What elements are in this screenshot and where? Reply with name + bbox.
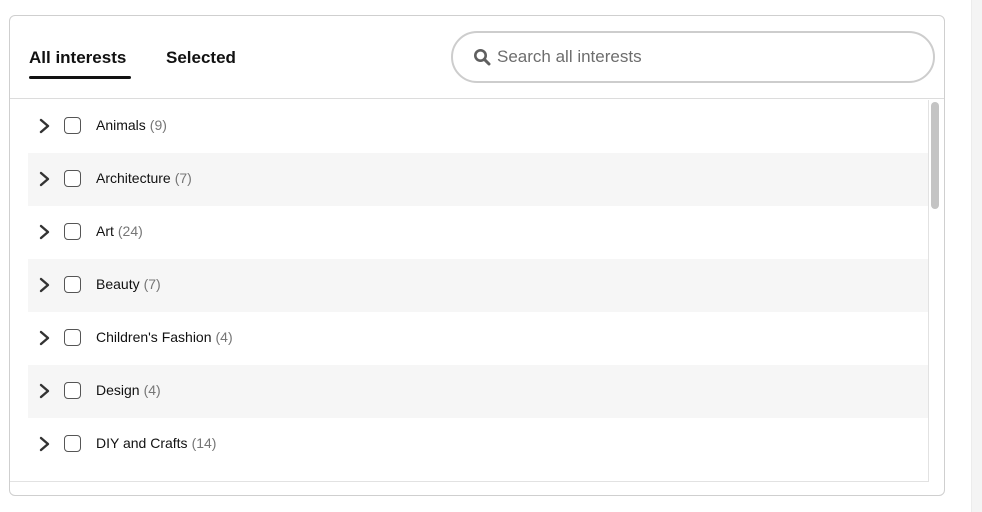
active-tab-indicator: [29, 76, 131, 79]
interest-count: (14): [191, 435, 217, 451]
interest-count: (4): [143, 382, 161, 398]
list-item: Beauty (7): [28, 259, 928, 312]
list-item: Children's Fashion (4): [28, 312, 928, 365]
interest-checkbox[interactable]: [64, 223, 81, 240]
list-frame-bottom: [10, 481, 929, 482]
interest-label: Animals (9): [96, 117, 167, 133]
interest-label: Art (24): [96, 223, 143, 239]
list-item: Architecture (7): [28, 153, 928, 206]
tab-selected[interactable]: Selected: [166, 48, 236, 68]
search-input[interactable]: [497, 43, 907, 71]
interest-checkbox[interactable]: [64, 170, 81, 187]
interest-checkbox[interactable]: [64, 382, 81, 399]
interests-panel: All interests Selected Animals(9) Archit…: [9, 15, 945, 496]
chevron-right-icon[interactable]: [38, 223, 52, 241]
list-item: Animals (9): [28, 100, 928, 153]
interest-count: (4): [215, 329, 233, 345]
scrollbar-thumb[interactable]: [931, 102, 939, 209]
interest-name: Art: [96, 223, 114, 239]
interest-label: DIY and Crafts (14): [96, 435, 216, 451]
search-box[interactable]: [451, 31, 935, 83]
chevron-right-icon[interactable]: [38, 170, 52, 188]
search-icon: [474, 49, 491, 66]
interest-name: Children's Fashion: [96, 329, 212, 345]
interest-name: Beauty: [96, 276, 140, 292]
interest-name: DIY and Crafts: [96, 435, 188, 451]
interest-label: Design (4): [96, 382, 161, 398]
interest-count: (24): [117, 223, 143, 239]
list-item: Art (24): [28, 206, 928, 259]
chevron-right-icon[interactable]: [38, 435, 52, 453]
chevron-right-icon[interactable]: [38, 117, 52, 135]
interest-label: Beauty (7): [96, 276, 161, 292]
interest-name: Design: [96, 382, 140, 398]
page-side-strip: [971, 0, 982, 512]
list-item: Design (4): [28, 365, 928, 418]
interest-label: Architecture (7): [96, 170, 192, 186]
interest-checkbox[interactable]: [64, 117, 81, 134]
chevron-right-icon[interactable]: [38, 276, 52, 294]
interest-count: (7): [143, 276, 161, 292]
interest-checkbox[interactable]: [64, 435, 81, 452]
chevron-right-icon[interactable]: [38, 329, 52, 347]
panel-header: All interests Selected: [10, 16, 944, 99]
interest-label: Children's Fashion (4): [96, 329, 233, 345]
interest-list: Animals (9) Architecture (7) Art (24) Beaut…: [28, 100, 928, 470]
list-item: DIY and Crafts (14): [28, 418, 928, 470]
interest-name: Animals: [96, 117, 146, 133]
interest-count: (9): [149, 117, 167, 133]
chevron-right-icon[interactable]: [38, 382, 52, 400]
tab-all-interests[interactable]: All interests: [29, 48, 126, 68]
list-frame-divider: [928, 100, 929, 481]
interest-count: (7): [174, 170, 192, 186]
interest-checkbox[interactable]: [64, 329, 81, 346]
interest-name: Architecture: [96, 170, 171, 186]
interest-checkbox[interactable]: [64, 276, 81, 293]
